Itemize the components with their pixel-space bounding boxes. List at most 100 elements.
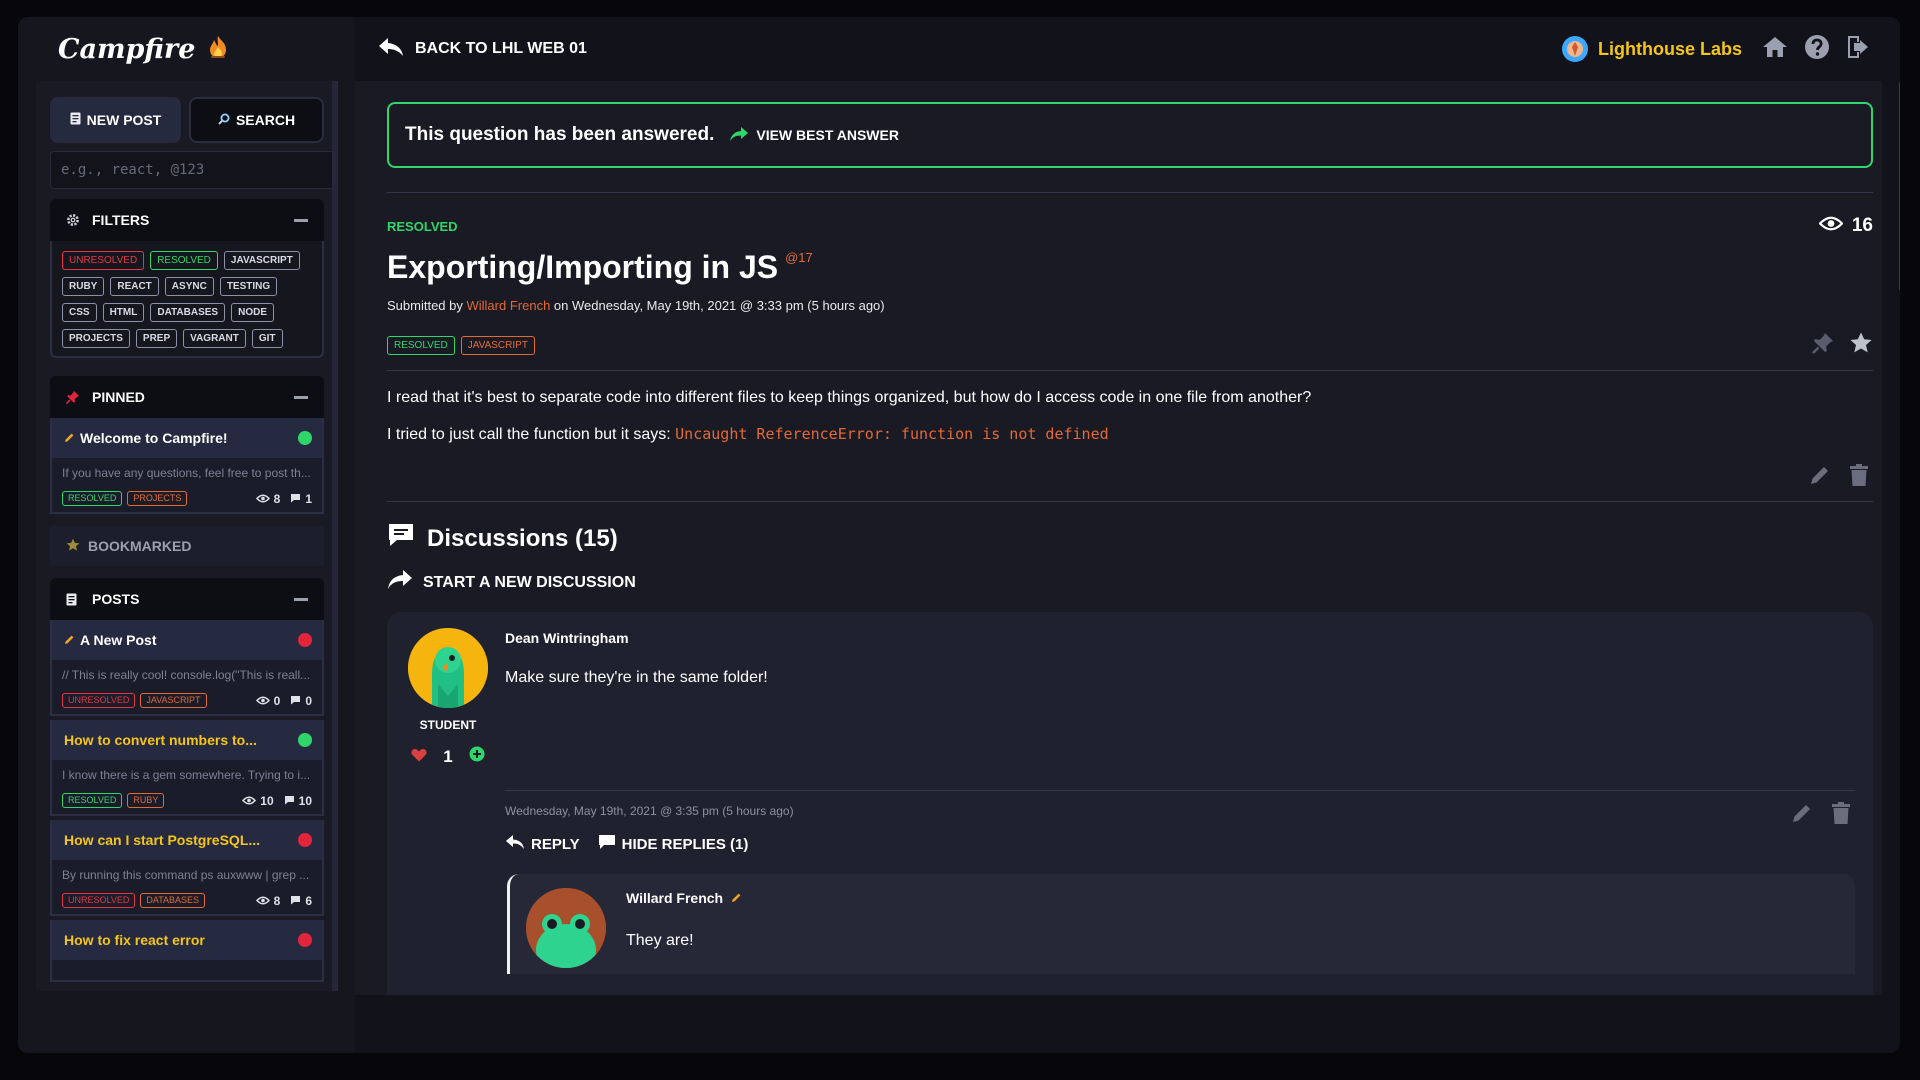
comment-icon: [290, 894, 301, 908]
filter-tag-async[interactable]: ASYNC: [164, 277, 214, 296]
post-title-row[interactable]: How to fix react error: [52, 920, 322, 960]
post-tag-resolved[interactable]: RESOLVED: [387, 336, 455, 355]
heart-icon[interactable]: [411, 747, 427, 767]
trash-icon[interactable]: [1849, 464, 1869, 491]
pinned-post-card[interactable]: Welcome to Campfire! If you have any que…: [50, 418, 324, 514]
divider: [387, 501, 1873, 502]
help-icon[interactable]: [1804, 34, 1830, 65]
view-count: 16: [1851, 215, 1873, 236]
filter-tag-javascript[interactable]: JAVASCRIPT: [223, 251, 300, 270]
filter-tag-git[interactable]: GIT: [251, 329, 283, 348]
post-title-row[interactable]: How to convert numbers to...: [52, 720, 322, 760]
collapse-filters-icon[interactable]: [294, 218, 308, 222]
search-button[interactable]: SEARCH: [189, 97, 324, 143]
magnifier-icon: [218, 112, 230, 128]
eye-icon: [242, 794, 257, 808]
post-title-row[interactable]: How can I start PostgreSQL...: [52, 820, 322, 860]
filter-tag-projects[interactable]: PROJECTS: [62, 329, 130, 348]
pencil-icon: [731, 890, 742, 906]
filter-tag-css[interactable]: CSS: [62, 303, 97, 322]
trash-icon[interactable]: [1831, 802, 1851, 829]
view-best-answer-link[interactable]: VIEW BEST ANSWER: [730, 126, 899, 144]
post-snippet: // This is really cool! console.log("Thi…: [62, 668, 311, 682]
post-snippet: By running this command ps auxwww | grep…: [62, 868, 310, 882]
post-status: RESOLVED: [387, 218, 458, 234]
post-card[interactable]: How can I start PostgreSQL... By running…: [50, 820, 324, 916]
filter-tag-resolved[interactable]: RESOLVED: [150, 251, 218, 270]
divider: [387, 370, 1873, 371]
org-switcher[interactable]: Lighthouse Labs: [1562, 36, 1742, 62]
filter-tags: UNRESOLVED RESOLVED JAVASCRIPT RUBY REAC…: [50, 241, 324, 358]
post-title: How to fix react error: [64, 932, 205, 948]
sidebar-scrollbar[interactable]: [332, 81, 338, 991]
search-input[interactable]: [50, 151, 338, 189]
unresolved-status-dot: [298, 933, 312, 947]
filter-tag-react[interactable]: REACT: [110, 277, 159, 296]
post-tag: DATABASES: [140, 893, 206, 908]
post-tag-javascript[interactable]: JAVASCRIPT: [460, 336, 535, 355]
logo[interactable]: Campfire: [18, 17, 355, 81]
post-body-paragraph: I read that it's best to separate code i…: [387, 389, 1312, 406]
pin-icon: [66, 390, 84, 404]
post-author-link[interactable]: Willard French: [467, 298, 551, 313]
discussions-heading: Discussions (15): [387, 522, 1873, 555]
eye-icon: [1818, 215, 1844, 237]
view-count: 8: [273, 893, 281, 908]
post-tag: PROJECTS: [127, 491, 188, 506]
upvote-plus-icon[interactable]: [469, 746, 485, 767]
reply-button[interactable]: REPLY: [505, 834, 580, 854]
post-title-row[interactable]: A New Post: [52, 620, 322, 660]
post-card[interactable]: How to fix react error: [50, 920, 324, 982]
filter-tag-ruby[interactable]: RUBY: [62, 277, 105, 296]
bookmark-star-icon[interactable]: [1849, 331, 1873, 360]
start-discussion-button[interactable]: START A NEW DISCUSSION: [387, 569, 1873, 596]
bookmarked-header[interactable]: BOOKMARKED: [50, 526, 324, 566]
posts-header[interactable]: POSTS: [50, 578, 324, 620]
submitted-line: Submitted by Willard French on Wednesday…: [387, 298, 1873, 313]
comment-text: Make sure they're in the same folder!: [505, 669, 768, 686]
comment-icon: [290, 694, 301, 708]
edit-pencil-icon[interactable]: [1809, 464, 1831, 491]
comment-timestamp: Wednesday, May 19th, 2021 @ 3:35 pm (5 h…: [505, 804, 794, 818]
filter-tag-html[interactable]: HTML: [102, 303, 145, 322]
post-card[interactable]: How to convert numbers to... I know ther…: [50, 720, 324, 816]
home-icon[interactable]: [1762, 35, 1788, 64]
filters-header[interactable]: FILTERS: [50, 199, 324, 241]
post-id: @17: [785, 250, 813, 265]
post-tag: RESOLVED: [62, 793, 123, 808]
collapse-pinned-icon[interactable]: [294, 395, 308, 399]
hide-replies-button[interactable]: HIDE REPLIES (1): [598, 834, 748, 854]
star-icon: [66, 538, 80, 555]
chat-icon: [598, 834, 616, 854]
document-icon: [70, 112, 81, 128]
divider: [387, 192, 1873, 193]
new-post-button[interactable]: NEW POST: [50, 97, 181, 143]
back-link[interactable]: BACK TO LHL WEB 01: [377, 36, 587, 63]
comment-count: 10: [298, 793, 312, 808]
filter-tag-unresolved[interactable]: UNRESOLVED: [62, 251, 145, 270]
answered-text: This question has been answered.: [405, 124, 715, 145]
view-count: 0: [273, 693, 281, 708]
filter-tag-node[interactable]: NODE: [231, 303, 274, 322]
filter-tag-testing[interactable]: TESTING: [219, 277, 278, 296]
post-tag: RESOLVED: [62, 491, 123, 506]
main-scrollbar[interactable]: [1899, 81, 1900, 291]
collapse-posts-icon[interactable]: [294, 597, 308, 601]
filter-tag-prep[interactable]: PREP: [135, 329, 178, 348]
post-card[interactable]: A New Post // This is really cool! conso…: [50, 620, 324, 716]
post-body-paragraph: I tried to just call the function but it…: [387, 425, 1873, 444]
body-text-prefix: I tried to just call the function but it…: [387, 426, 671, 443]
search-label: SEARCH: [235, 112, 296, 128]
pinned-post-title-row[interactable]: Welcome to Campfire!: [52, 418, 322, 458]
pinned-header[interactable]: PINNED: [50, 376, 324, 418]
logout-icon[interactable]: [1846, 34, 1870, 65]
campfire-flame-icon: [207, 35, 229, 64]
reply-author-name: Willard French: [626, 890, 724, 906]
post-tag: JAVASCRIPT: [140, 693, 207, 708]
filter-tag-vagrant[interactable]: VAGRANT: [183, 329, 246, 348]
filter-tag-databases[interactable]: DATABASES: [150, 303, 226, 322]
edit-pencil-icon[interactable]: [1791, 802, 1813, 829]
reply-comment: Willard French They are!: [507, 874, 1855, 974]
pin-icon[interactable]: [1811, 331, 1835, 360]
start-discussion-label: START A NEW DISCUSSION: [423, 573, 636, 591]
